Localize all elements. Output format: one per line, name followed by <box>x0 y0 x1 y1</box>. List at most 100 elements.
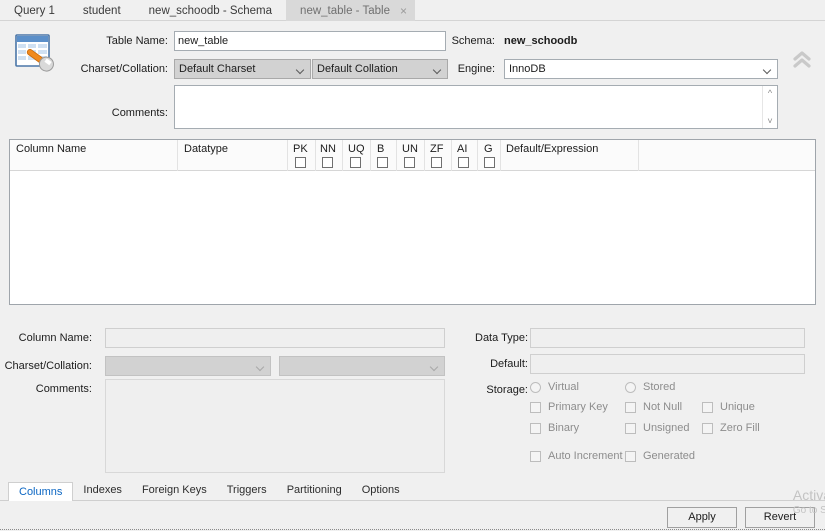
editor-tab-new-table-table[interactable]: new_table - Table × <box>286 0 415 21</box>
engine-select[interactable]: InnoDB <box>504 59 778 79</box>
charset-select-value: Default Charset <box>179 63 256 75</box>
columns-grid-body[interactable] <box>10 171 815 304</box>
editor-tab-new-schoodb-schema[interactable]: new_schoodb - Schema <box>135 0 286 21</box>
grid-header-default-expression[interactable]: Default/Expression <box>506 143 598 155</box>
tab-options-label: Options <box>361 484 400 496</box>
grid-column-divider[interactable] <box>424 140 425 171</box>
grid-column-divider[interactable] <box>370 140 371 171</box>
flag-unsigned[interactable]: Unsigned <box>625 422 689 434</box>
tab-indexes[interactable]: Indexes <box>73 481 132 501</box>
charset-collation-label: Charset/Collation: <box>80 63 168 75</box>
checkbox-icon <box>702 401 713 413</box>
tab-triggers-label: Triggers <box>226 484 267 496</box>
checkbox-icon <box>530 422 541 434</box>
checkbox-icon <box>530 401 541 413</box>
detail-charset-select[interactable] <box>105 356 271 376</box>
storage-radio-virtual[interactable]: Virtual <box>530 381 579 393</box>
mysql-workbench-table-editor: Query 1 student new_schoodb - Schema new… <box>0 0 825 531</box>
checkbox-icon <box>625 422 636 434</box>
grid-checkbox-un[interactable] <box>404 157 415 168</box>
chevron-down-icon <box>257 357 264 377</box>
grid-column-divider[interactable] <box>396 140 397 171</box>
grid-header-column-name[interactable]: Column Name <box>16 143 86 155</box>
charset-select[interactable]: Default Charset <box>174 59 311 79</box>
detail-charset-collation-label: Charset/Collation: <box>4 360 92 372</box>
grid-header-ai[interactable]: AI <box>457 143 467 155</box>
grid-checkbox-pk[interactable] <box>295 157 306 168</box>
tab-triggers[interactable]: Triggers <box>217 481 277 501</box>
grid-checkbox-b[interactable] <box>377 157 388 168</box>
flag-primary-key-label: Primary Key <box>548 401 608 413</box>
flag-primary-key[interactable]: Primary Key <box>530 401 608 413</box>
grid-header-b[interactable]: B <box>377 143 384 155</box>
detail-column-name-label: Column Name: <box>18 332 92 344</box>
collapse-panel-button[interactable] <box>791 50 813 70</box>
tab-indexes-label: Indexes <box>83 484 122 496</box>
grid-header-uq[interactable]: UQ <box>348 143 365 155</box>
grid-checkbox-uq[interactable] <box>350 157 361 168</box>
flag-auto-increment[interactable]: Auto Increment <box>530 450 623 462</box>
collation-select-value: Default Collation <box>317 63 398 75</box>
grid-checkbox-nn[interactable] <box>322 157 333 168</box>
detail-default-label: Default: <box>490 358 528 370</box>
grid-column-divider[interactable] <box>177 140 178 171</box>
grid-column-divider[interactable] <box>287 140 288 171</box>
flag-unique[interactable]: Unique <box>702 401 755 413</box>
grid-header-pk[interactable]: PK <box>293 143 308 155</box>
detail-storage-label: Storage: <box>486 384 528 396</box>
tab-foreign-keys[interactable]: Foreign Keys <box>132 481 217 501</box>
revert-button[interactable]: Revert <box>745 507 815 528</box>
flag-auto-increment-label: Auto Increment <box>548 450 623 462</box>
detail-comments-textarea[interactable] <box>105 379 445 473</box>
grid-column-divider[interactable] <box>477 140 478 171</box>
grid-header-zf[interactable]: ZF <box>430 143 443 155</box>
tab-partitioning[interactable]: Partitioning <box>277 481 352 501</box>
editor-tab-strip: Query 1 student new_schoodb - Schema new… <box>0 0 825 21</box>
grid-header-nn[interactable]: NN <box>320 143 336 155</box>
checkbox-icon <box>625 450 636 462</box>
flag-not-null[interactable]: Not Null <box>625 401 682 413</box>
tab-columns[interactable]: Columns <box>8 481 74 502</box>
storage-radio-virtual-label: Virtual <box>548 381 579 393</box>
detail-data-type-input[interactable] <box>530 328 805 348</box>
editor-tab-query-1[interactable]: Query 1 <box>0 0 69 21</box>
detail-default-input[interactable] <box>530 354 805 374</box>
flag-binary[interactable]: Binary <box>530 422 579 434</box>
apply-button[interactable]: Apply <box>667 507 737 528</box>
radio-icon <box>625 381 636 393</box>
flag-binary-label: Binary <box>548 422 580 434</box>
editor-tab-label: new_table - Table <box>300 4 390 17</box>
storage-radio-stored-label: Stored <box>643 381 676 393</box>
editor-tab-student[interactable]: student <box>69 0 135 21</box>
tab-options[interactable]: Options <box>352 481 410 501</box>
scroll-down-icon[interactable]: ˅ <box>767 117 772 126</box>
grid-header-datatype[interactable]: Datatype <box>184 143 228 155</box>
flag-zero-fill[interactable]: Zero Fill <box>702 422 760 434</box>
grid-column-divider[interactable] <box>342 140 343 171</box>
grid-checkbox-ai[interactable] <box>458 157 469 168</box>
grid-column-divider[interactable] <box>500 140 501 171</box>
detail-comments-label: Comments: <box>35 383 92 395</box>
close-icon[interactable]: × <box>400 5 407 17</box>
grid-checkbox-zf[interactable] <box>431 157 442 168</box>
engine-select-value: InnoDB <box>509 63 546 75</box>
comments-scrollbar[interactable]: ^ ˅ <box>762 86 777 128</box>
storage-radio-stored[interactable]: Stored <box>625 381 675 393</box>
scroll-up-icon[interactable]: ^ <box>768 89 772 98</box>
columns-grid[interactable]: Column Name Datatype PK NN UQ B UN ZF AI… <box>9 139 816 305</box>
schema-value: new_schoodb <box>504 35 578 47</box>
flag-generated[interactable]: Generated <box>625 450 695 462</box>
grid-column-divider[interactable] <box>315 140 316 171</box>
table-comments-textarea[interactable]: ^ ˅ <box>174 85 778 129</box>
flag-generated-label: Generated <box>643 450 695 462</box>
grid-column-divider[interactable] <box>638 140 639 171</box>
engine-label: Engine: <box>457 63 495 75</box>
detail-column-name-input[interactable] <box>105 328 445 348</box>
grid-column-divider[interactable] <box>451 140 452 171</box>
grid-checkbox-g[interactable] <box>484 157 495 168</box>
grid-header-un[interactable]: UN <box>402 143 418 155</box>
grid-header-g[interactable]: G <box>484 143 493 155</box>
tab-partitioning-label: Partitioning <box>286 484 342 496</box>
table-comments-label: Comments: <box>111 107 168 119</box>
chevron-down-icon <box>297 60 304 80</box>
